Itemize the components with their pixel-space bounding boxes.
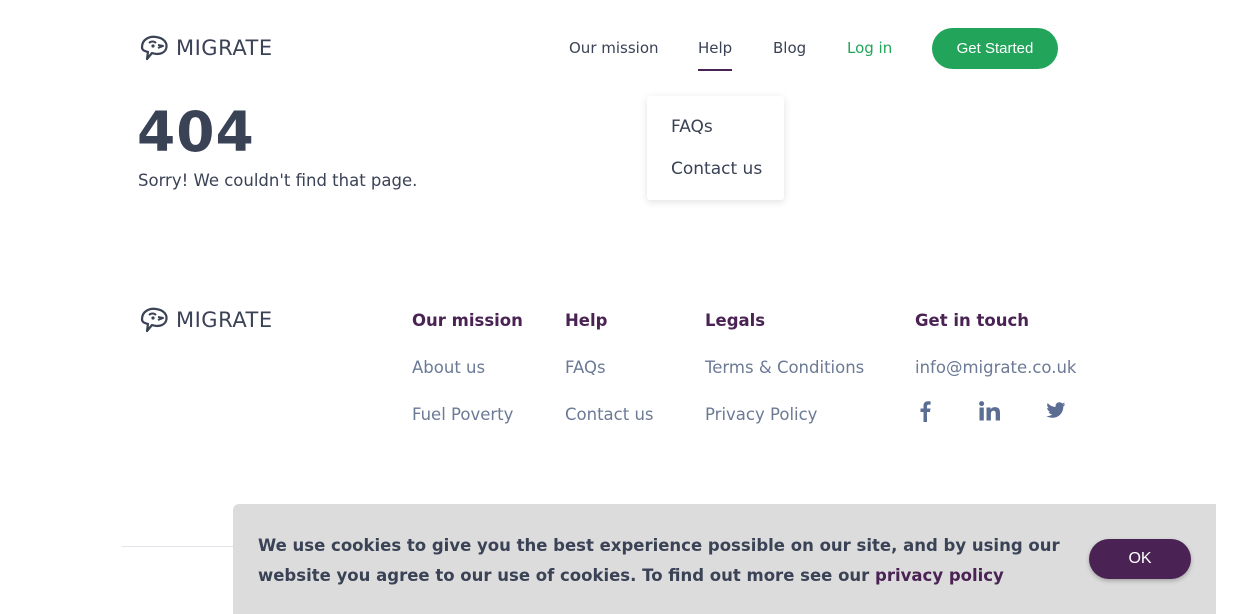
cookie-privacy-policy-link[interactable]: privacy policy	[875, 566, 1004, 585]
footer-link-email[interactable]: info@migrate.co.uk	[915, 358, 1076, 377]
logo-wordmark: MIGRATE	[176, 308, 273, 332]
page: MIGRATE Our mission Help Blog Log in Get…	[0, 0, 1233, 614]
cookie-ok-button[interactable]: OK	[1089, 539, 1191, 579]
footer-logo[interactable]: MIGRATE	[138, 305, 273, 335]
nav-blog[interactable]: Blog	[773, 39, 806, 57]
dropdown-item-faqs[interactable]: FAQs	[671, 117, 713, 137]
footer-link-faqs[interactable]: FAQs	[565, 358, 606, 377]
footer-heading: Legals	[705, 311, 766, 330]
logo-icon	[140, 307, 168, 333]
error-message: Sorry! We couldn't find that page.	[138, 171, 418, 190]
footer-column-our-mission: Our mission About us Fuel Poverty	[412, 311, 523, 424]
nav-help[interactable]: Help	[698, 39, 733, 71]
footer-link-about-us[interactable]: About us	[412, 358, 485, 377]
get-started-button[interactable]: Get Started	[932, 28, 1058, 69]
footer-column-legals: Legals Terms & Conditions Privacy Policy	[705, 311, 864, 424]
dropdown-item-contact-us[interactable]: Contact us	[671, 159, 762, 179]
cookie-banner: We use cookies to give you the best expe…	[233, 504, 1216, 614]
logo-icon	[140, 35, 168, 61]
footer-heading: Help	[565, 311, 608, 330]
error-code: 404	[137, 100, 255, 164]
footer-link-contact-us[interactable]: Contact us	[565, 405, 654, 424]
facebook-icon[interactable]	[913, 398, 937, 424]
footer-heading: Get in touch	[915, 311, 1030, 330]
help-dropdown: FAQs Contact us	[647, 96, 784, 200]
footer-column-get-in-touch: Get in touch info@migrate.co.uk	[915, 311, 1076, 377]
linkedin-icon[interactable]	[978, 398, 1002, 424]
footer-link-terms[interactable]: Terms & Conditions	[705, 358, 864, 377]
footer-link-privacy-policy[interactable]: Privacy Policy	[705, 405, 817, 424]
twitter-icon[interactable]	[1043, 398, 1067, 424]
header-logo[interactable]: MIGRATE	[138, 33, 273, 63]
footer-link-fuel-poverty[interactable]: Fuel Poverty	[412, 405, 513, 424]
footer-heading: Our mission	[412, 311, 523, 330]
nav-log-in[interactable]: Log in	[847, 39, 892, 57]
logo-wordmark: MIGRATE	[176, 36, 273, 60]
footer-column-help: Help FAQs Contact us	[565, 311, 654, 424]
cookie-message: We use cookies to give you the best expe…	[258, 531, 1078, 591]
nav-our-mission[interactable]: Our mission	[569, 39, 659, 57]
footer-divider	[122, 546, 234, 547]
